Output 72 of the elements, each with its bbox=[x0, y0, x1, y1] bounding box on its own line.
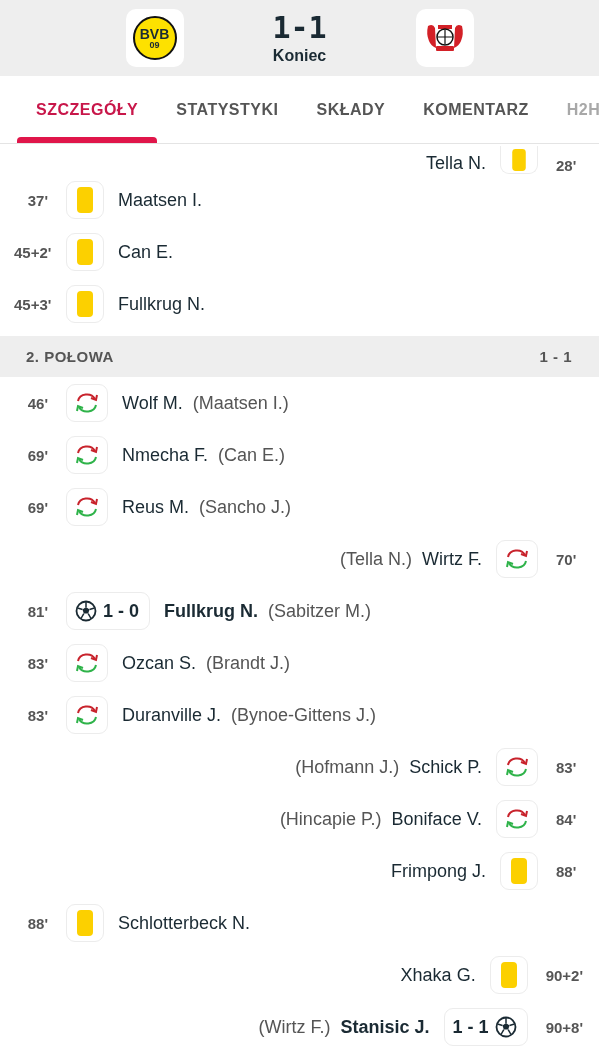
substitution-icon bbox=[75, 496, 99, 518]
player-name: Fullkrug N. bbox=[164, 600, 259, 622]
tab[interactable]: SKŁADY bbox=[297, 76, 405, 143]
card-icon bbox=[511, 858, 527, 884]
player-name: Wolf M. bbox=[122, 392, 183, 414]
section-title: 2. POŁOWA bbox=[26, 348, 114, 365]
substitution-icon bbox=[75, 392, 99, 414]
event-minute: 69' bbox=[26, 498, 48, 516]
crest-icon bbox=[424, 22, 465, 54]
card-icon bbox=[77, 187, 93, 213]
related-player: (Brandt J.) bbox=[206, 652, 291, 674]
event-minute: 69' bbox=[26, 446, 48, 464]
player-name: Nmecha F. bbox=[122, 444, 209, 466]
related-player: (Sancho J.) bbox=[199, 496, 292, 518]
related-player: (Wirtz F.) bbox=[258, 1016, 331, 1038]
event-minute: 28' bbox=[556, 157, 578, 174]
substitution-icon bbox=[75, 652, 99, 674]
tab[interactable]: KOMENTARZ bbox=[404, 76, 548, 143]
goal-badge: 1 - 1 bbox=[443, 1008, 528, 1046]
related-player: (Hincapie P.) bbox=[279, 808, 382, 830]
event-minute: 70' bbox=[556, 550, 578, 568]
related-player: (Maatsen I.) bbox=[192, 392, 289, 414]
player-name: Tella N. bbox=[425, 153, 486, 174]
home-team-logo[interactable]: BVB 09 bbox=[125, 9, 184, 67]
substitution-icon bbox=[505, 548, 529, 570]
related-player: (Can E.) bbox=[218, 444, 286, 466]
event-minute: 46' bbox=[26, 394, 48, 412]
player-name: Wirtz F. bbox=[422, 548, 482, 570]
match-score: 1-1 bbox=[272, 11, 327, 45]
card-icon bbox=[511, 148, 527, 171]
player-name: Xhaka G. bbox=[400, 964, 476, 986]
related-player: (Hofmann J.) bbox=[295, 756, 400, 778]
event-minute: 84' bbox=[556, 810, 578, 828]
substitution-icon bbox=[505, 756, 529, 778]
match-status: Koniec bbox=[272, 47, 327, 65]
player-name: Boniface V. bbox=[391, 808, 482, 830]
player-name: Schick P. bbox=[409, 756, 482, 778]
player-name: Duranville J. bbox=[122, 704, 222, 726]
event-minute: 83' bbox=[26, 654, 48, 672]
player-name: Can E. bbox=[118, 241, 174, 263]
related-player: (Tella N.) bbox=[340, 548, 412, 570]
card-icon bbox=[500, 962, 517, 988]
event-minute: 90+8' bbox=[545, 1018, 583, 1036]
player-name: Frimpong J. bbox=[390, 860, 486, 882]
event-minute: 88' bbox=[556, 862, 578, 880]
event-minute: 88' bbox=[26, 914, 48, 932]
football-icon bbox=[494, 1016, 517, 1038]
tab[interactable]: STATYSTYKI bbox=[157, 76, 298, 143]
card-icon bbox=[77, 910, 93, 936]
card-icon bbox=[77, 291, 93, 317]
player-name: Reus M. bbox=[122, 496, 190, 518]
player-name: Stanisic J. bbox=[340, 1016, 430, 1038]
event-minute: 83' bbox=[26, 706, 48, 724]
event-minute: 90+2' bbox=[545, 966, 583, 984]
player-name: Fullkrug N. bbox=[118, 293, 206, 315]
substitution-icon bbox=[75, 444, 99, 466]
section-score: 1 - 1 bbox=[539, 348, 572, 365]
player-name: Ozcan S. bbox=[122, 652, 197, 674]
player-name: Schlotterbeck N. bbox=[118, 912, 251, 934]
related-player: (Bynoe-Gittens J.) bbox=[231, 704, 377, 726]
card-icon bbox=[77, 239, 93, 265]
tab[interactable]: SZCZEGÓŁY bbox=[17, 76, 158, 143]
related-player: (Sabitzer M.) bbox=[268, 600, 372, 622]
away-team-logo[interactable] bbox=[415, 9, 474, 67]
substitution-icon bbox=[505, 808, 529, 830]
substitution-icon bbox=[75, 704, 99, 726]
player-name: Maatsen I. bbox=[118, 189, 203, 211]
football-icon bbox=[75, 600, 97, 622]
goal-badge: 1 - 0 bbox=[66, 592, 151, 630]
event-minute: 83' bbox=[556, 758, 578, 776]
event-minute: 81' bbox=[26, 602, 48, 620]
event-minute: 37' bbox=[26, 191, 48, 209]
